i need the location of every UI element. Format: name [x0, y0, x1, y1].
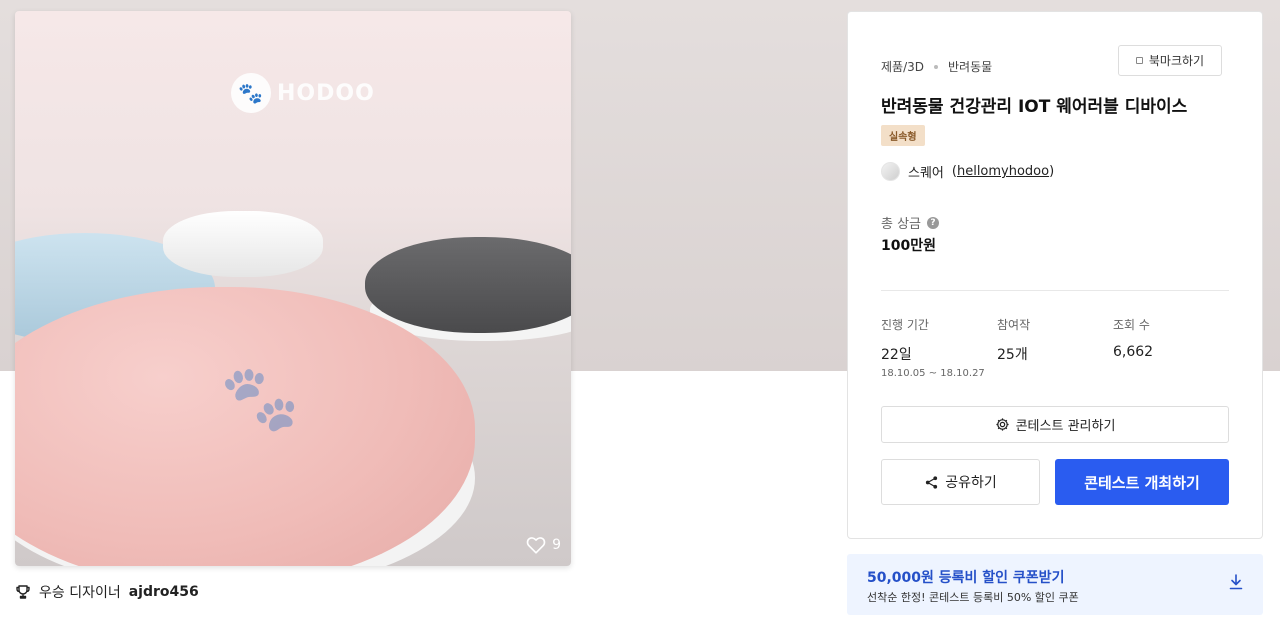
device-white	[163, 211, 323, 277]
host-name: 스퀘어	[908, 166, 944, 181]
winner-designer: 우승 디자이너 ajdro456	[15, 582, 199, 602]
bookmark-label: 북마크하기	[1148, 54, 1205, 68]
bookmark-icon	[1135, 57, 1143, 64]
contest-host[interactable]: 스퀘어 (hellomyhodoo)	[881, 162, 1054, 181]
stat-entries: 참여작 25개	[997, 316, 1030, 364]
host-id[interactable]: hellomyhodoo	[957, 164, 1049, 179]
period-range: 18.10.05 ~ 18.10.27	[881, 368, 985, 379]
product-logo-text: HODOO	[277, 80, 375, 106]
divider	[881, 290, 1229, 291]
paw-icon: 🐾	[231, 73, 271, 113]
heart-icon	[526, 537, 546, 554]
entries-value: 25개	[997, 347, 1028, 363]
coupon-description: 선착순 한정! 콘테스트 등록비 50% 할인 쿠폰	[867, 591, 1079, 604]
device-gray	[365, 237, 571, 333]
share-icon	[926, 475, 938, 489]
stat-views: 조회 수 6,662	[1113, 316, 1153, 360]
breadcrumb: 제품/3D 반려동물	[881, 58, 992, 75]
product-logo: 🐾 HODOO	[231, 73, 375, 113]
period-value: 22일	[881, 347, 912, 363]
share-label: 공유하기	[945, 475, 997, 491]
open-contest-label: 콘테스트 개최하기	[1084, 473, 1200, 492]
views-value: 6,662	[1113, 344, 1154, 360]
breadcrumb-separator	[934, 64, 938, 69]
coupon-banner[interactable]: 50,000원 등록비 할인 쿠폰받기 선착순 한정! 콘테스트 등록비 50%…	[847, 554, 1263, 615]
coupon-title: 50,000원 등록비 할인 쿠폰받기	[867, 570, 1065, 586]
paw-emboss-icon: 🐾	[220, 362, 300, 436]
award-label: 우승 디자이너	[39, 585, 121, 601]
entries-label: 참여작	[997, 318, 1031, 332]
bookmark-button[interactable]: 북마크하기	[1118, 45, 1222, 76]
gear-icon	[996, 418, 1009, 431]
period-label: 진행 기간	[881, 318, 929, 332]
contest-title: 반려동물 건강관리 IOT 웨어러블 디바이스	[881, 97, 1188, 117]
host-avatar	[881, 162, 900, 181]
like-count: 9	[552, 537, 561, 553]
prize-label-text: 총 상금	[881, 217, 922, 232]
winner-username[interactable]: ajdro456	[129, 584, 199, 600]
contest-info-card: 제품/3D 반려동물 북마크하기 반려동물 건강관리 IOT 웨어러블 디바이스…	[847, 11, 1263, 539]
stat-period: 진행 기간 22일 18.10.05 ~ 18.10.27	[881, 316, 985, 379]
views-label: 조회 수	[1113, 318, 1150, 332]
manage-contest-label: 콘테스트 관리하기	[1015, 419, 1116, 434]
share-button[interactable]: 공유하기	[881, 459, 1040, 505]
manage-contest-button[interactable]: 콘테스트 관리하기	[881, 406, 1229, 443]
trophy-icon	[16, 585, 30, 599]
contest-type-badge: 실속형	[881, 125, 925, 146]
open-contest-button[interactable]: 콘테스트 개최하기	[1055, 459, 1229, 505]
breadcrumb-category[interactable]: 제품/3D	[881, 58, 924, 75]
download-icon[interactable]	[1229, 574, 1243, 590]
product-image[interactable]: 🐾 🐾 HODOO 9	[15, 11, 571, 566]
prize-value: 100만원	[881, 238, 936, 254]
breadcrumb-subcategory[interactable]: 반려동물	[948, 58, 992, 75]
prize-label: 총 상금 ?	[881, 213, 940, 232]
like-button[interactable]: 9	[526, 536, 561, 554]
help-icon[interactable]: ?	[927, 216, 940, 229]
